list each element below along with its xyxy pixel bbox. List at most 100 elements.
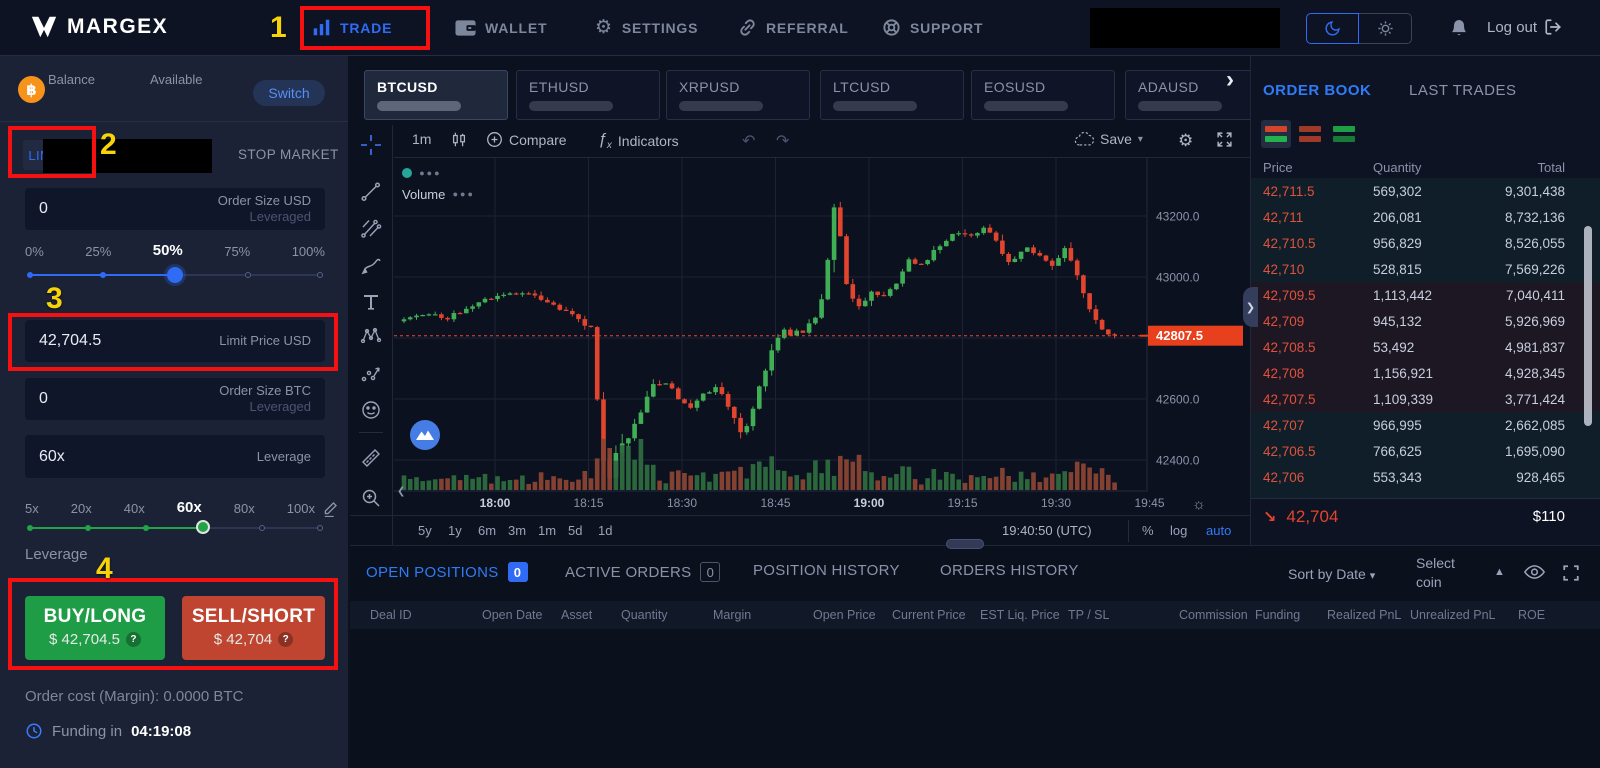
leverage-mark[interactable]: 5x [25,501,39,516]
emoji-tool[interactable] [360,399,382,421]
select-coin-dropdown[interactable]: Select coin [1416,554,1468,592]
forecast-tool[interactable] [360,363,382,385]
leverage-mark[interactable]: 60x [177,499,202,516]
percent-tick[interactable] [27,272,33,278]
leverage-tick[interactable] [143,525,149,531]
orderbook-row[interactable]: 42,711.5569,3029,301,438 [1251,178,1600,204]
market-tab-eosusd[interactable]: EOSUSD [971,70,1115,120]
leverage-tick[interactable] [317,525,323,531]
brush-tool[interactable] [360,254,382,276]
market-tab-btcusd[interactable]: BTCUSD [364,70,508,120]
fullscreen-button[interactable] [1216,131,1233,148]
nav-item-settings[interactable]: ⚙ SETTINGS [595,0,698,55]
edit-leverage-pencil-icon[interactable] [322,500,339,517]
candlestick-chart[interactable]: 43200.043000.042600.042400.042807.5 [394,158,1246,492]
chart-settings-button[interactable]: ⚙ [1178,131,1193,151]
depth-view-asks-button[interactable] [1299,126,1321,142]
tab-stop-market[interactable]: STOP MARKET [238,147,339,162]
time-axis[interactable]: 18:0018:1518:3018:4519:0019:1519:3019:45 [394,493,1246,515]
compare-button[interactable]: Compare [486,131,567,148]
depth-view-bids-button[interactable] [1333,126,1355,142]
orderbook-row[interactable]: 42,708.553,4924,981,837 [1251,334,1600,360]
interval-button[interactable]: 1m [412,131,431,147]
order-size-usd-field[interactable]: 0 Order Size USD Leveraged [25,188,325,230]
leverage-tick[interactable] [259,525,265,531]
tab-open-positions[interactable]: OPEN POSITIONS 0 [366,562,528,582]
indicator-menu-dots[interactable]: ●●● [419,168,441,178]
panel-resize-handle[interactable] [946,539,984,549]
percent-slider-handle[interactable] [167,267,183,283]
percent-tick[interactable] [245,272,251,278]
visibility-eye-button[interactable] [1524,564,1545,580]
redo-button[interactable]: ↷ [776,131,789,151]
percent-mark[interactable]: 75% [224,244,250,259]
auto-scale-button[interactable]: auto [1206,523,1231,538]
tab-orders-history[interactable]: ORDERS HISTORY [940,562,1079,579]
tab-order-book[interactable]: ORDER BOOK [1263,82,1371,99]
orderbook-rows[interactable]: 42,711.5569,3029,301,43842,711206,0818,7… [1251,178,1600,498]
save-layout-button[interactable]: Save ▾ [1074,131,1143,147]
candle-style-button[interactable] [450,131,468,149]
timeframe-3m-button[interactable]: 3m [508,523,526,538]
logout-button[interactable]: Log out [1487,18,1562,36]
orderbook-row[interactable]: 42,710.5956,8298,526,055 [1251,230,1600,256]
orderbook-row[interactable]: 42,706.5766,6251,695,090 [1251,438,1600,464]
leverage-tick[interactable] [85,525,91,531]
orderbook-row[interactable]: 42,7081,156,9214,928,345 [1251,360,1600,386]
tab-position-history[interactable]: POSITION HISTORY [753,562,900,579]
nav-item-trade[interactable]: TRADE [312,0,392,55]
buy-long-button[interactable]: BUY/LONG $ 42,704.5? [25,596,165,660]
tab-active-orders[interactable]: ACTIVE ORDERS 0 [565,562,720,582]
order-size-btc-field[interactable]: 0 Order Size BTC Leveraged [25,378,325,420]
volume-menu-dots[interactable]: ●●● [453,189,475,199]
percent-mark[interactable]: 0% [25,244,44,259]
percent-slider[interactable] [30,274,320,276]
leverage-mark[interactable]: 100x [287,501,315,516]
axis-settings-icon[interactable]: ☼ [1192,496,1206,513]
leverage-tick[interactable] [27,525,33,531]
orderbook-row[interactable]: 42,705.5364,450375,122 [1251,490,1600,498]
timeframe-5d-button[interactable]: 5d [568,523,582,538]
measure-ruler-tool[interactable] [360,447,382,469]
orderbook-row[interactable]: 42,707.51,109,3393,771,424 [1251,386,1600,412]
sell-help-icon[interactable]: ? [278,632,293,647]
leverage-mark[interactable]: 20x [71,501,92,516]
orderbook-row[interactable]: 42,706553,343928,465 [1251,464,1600,490]
nav-item-referral[interactable]: REFERRAL [738,0,849,55]
collapse-panel-triangle[interactable]: ▲ [1494,566,1505,578]
depth-view-both-button[interactable] [1265,126,1287,142]
leverage-slider-handle[interactable] [196,520,210,534]
orderbook-row[interactable]: 42,709945,1325,926,969 [1251,308,1600,334]
percent-mark[interactable]: 25% [85,244,111,259]
leverage-mark[interactable]: 80x [234,501,255,516]
percent-tick[interactable] [317,272,323,278]
sell-short-button[interactable]: SELL/SHORT $ 42,704? [182,596,325,660]
orderbook-row[interactable]: 42,709.51,113,4427,040,411 [1251,282,1600,308]
crosshair-tool[interactable] [360,134,382,156]
timeframe-5y-button[interactable]: 5y [418,523,432,538]
notifications-bell-button[interactable] [1449,17,1469,38]
sort-by-date-dropdown[interactable]: Sort by Date ▾ [1288,566,1375,582]
nav-item-support[interactable]: SUPPORT [882,0,983,55]
market-tab-xrpusd[interactable]: XRPUSD [666,70,810,120]
leverage-slider[interactable] [30,527,320,529]
orderbook-collapse-chevron[interactable]: ❯ [1243,287,1258,327]
pitchfork-tool[interactable] [360,217,382,239]
leverage-mark[interactable]: 40x [124,501,145,516]
percent-tick[interactable] [100,272,106,278]
orderbook-row[interactable]: 42,707966,9952,662,085 [1251,412,1600,438]
log-scale-button[interactable]: log [1170,523,1187,538]
market-tab-ltcusd[interactable]: LTCUSD [820,70,964,120]
margex-logo[interactable]: MARGEX [30,13,168,41]
nav-item-wallet[interactable]: WALLET [455,0,547,55]
timeframe-1m-button[interactable]: 1m [538,523,556,538]
percent-mark[interactable]: 100% [292,244,325,259]
buy-help-icon[interactable]: ? [126,632,141,647]
dark-mode-button[interactable] [1306,13,1359,44]
zoom-in-tool[interactable] [360,487,382,509]
light-mode-button[interactable] [1359,13,1412,44]
indicators-button[interactable]: ƒx Indicators [598,131,679,151]
xabcd-pattern-tool[interactable] [360,325,382,347]
limit-price-field[interactable]: 42,704.5 Limit Price USD [25,320,325,362]
text-tool[interactable] [360,291,382,313]
